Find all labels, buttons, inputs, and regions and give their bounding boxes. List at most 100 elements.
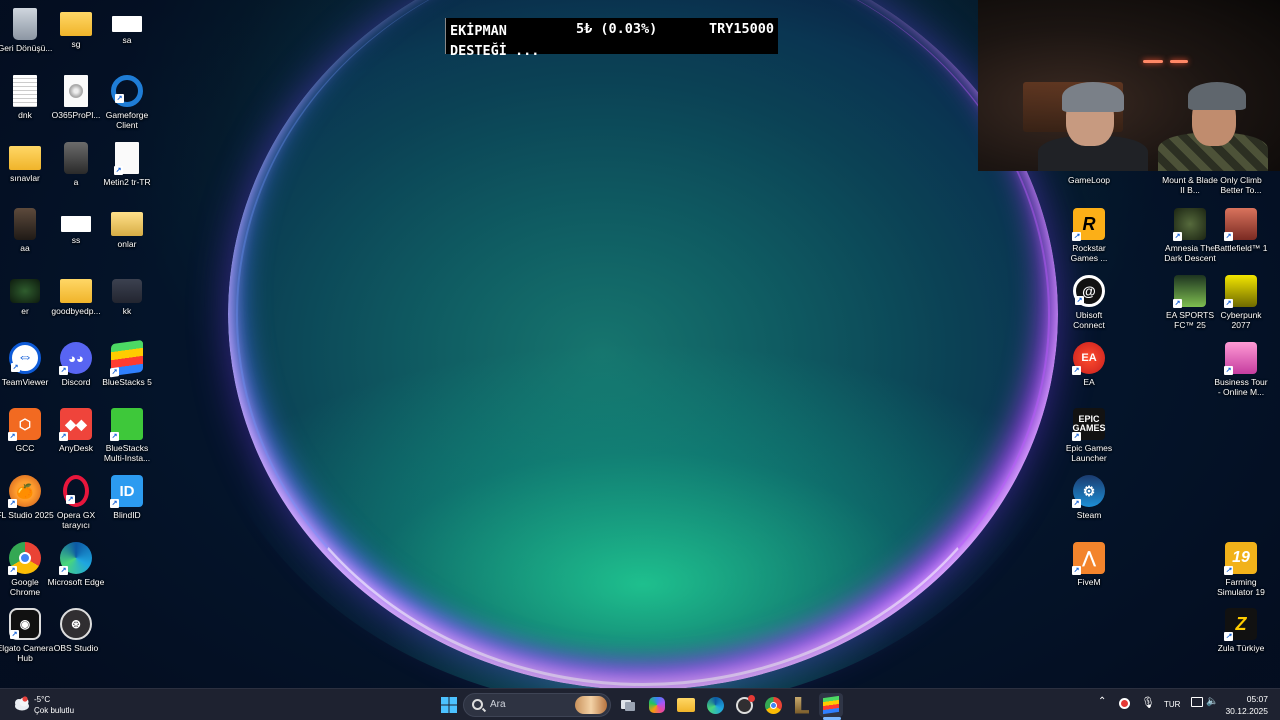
- league-icon: [795, 696, 809, 714]
- amnesia-icon: ↗: [1173, 208, 1206, 241]
- photo-icon: [10, 279, 40, 303]
- desktop-icon-gameforge[interactable]: ↗ Gameforge Client: [97, 69, 157, 133]
- fivem-icon: ⋀ ↗: [1072, 542, 1105, 575]
- folder-icon: [111, 212, 143, 236]
- desktop-icon-business-tour[interactable]: ↗ Business Tour - Online M...: [1211, 336, 1271, 400]
- desktop-icon-fivem[interactable]: ⋀ ↗ FiveM: [1059, 536, 1119, 600]
- folder-icon: [60, 12, 92, 36]
- taskbar-chrome[interactable]: [761, 693, 785, 717]
- clock-date: 30.12.2025: [1225, 706, 1268, 716]
- fl-studio-icon: 🍊 ↗: [8, 475, 41, 508]
- shortcut-arrow-icon: ↗: [59, 366, 68, 375]
- folder-icon: [9, 146, 41, 170]
- shortcut-arrow-icon: ↗: [66, 495, 75, 504]
- desktop-icon-label: Steam: [1076, 510, 1102, 520]
- clock-time: 05:07: [1246, 694, 1268, 704]
- desktop-icon-label: Only Climb Better To...: [1220, 175, 1262, 195]
- desktop-icon-obs[interactable]: ⊛ OBS Studio: [46, 602, 106, 666]
- taskbar-edge[interactable]: [703, 693, 727, 717]
- shortcut-arrow-icon: ↗: [1224, 366, 1233, 375]
- rockstar-icon: R ↗: [1072, 208, 1105, 241]
- language-indicator[interactable]: TUR: [1164, 700, 1180, 709]
- network-icon[interactable]: [1191, 697, 1203, 707]
- shortcut-arrow-icon: ↗: [110, 432, 119, 441]
- task-view-button[interactable]: [616, 693, 640, 717]
- desktop-icon-kk[interactable]: kk: [97, 269, 157, 333]
- shortcut-arrow-icon: ↗: [115, 94, 124, 103]
- desktop-icon-rockstar[interactable]: R ↗ Rockstar Games ...: [1059, 202, 1119, 266]
- copilot-icon: [649, 697, 665, 713]
- chrome-icon: [764, 696, 782, 714]
- shortcut-arrow-icon: ↗: [1072, 566, 1081, 575]
- desktop-icon-label: BlueStacks 5: [102, 377, 152, 387]
- desktop-icon-label: Microsoft Edge: [47, 577, 105, 587]
- webcam-background-light: [1170, 60, 1188, 63]
- desktop-icon-label: Zula Türkiye: [1217, 643, 1265, 653]
- desktop-icon-onlar[interactable]: onlar: [97, 202, 157, 266]
- cyberpunk-icon: ↗: [1224, 275, 1257, 308]
- task-view-icon: [621, 700, 635, 711]
- shortcut-arrow-icon: ↗: [8, 499, 17, 508]
- gcc-icon: ⬡ ↗: [8, 408, 41, 441]
- microphone-icon[interactable]: 🎙: [1141, 696, 1155, 709]
- desktop-icon-battlefield[interactable]: ↗ Battlefield™ 1: [1211, 202, 1271, 266]
- desktop-icon-label: Ubisoft Connect: [1073, 310, 1105, 330]
- desktop-icon-zula[interactable]: Z ↗ Zula Türkiye: [1211, 602, 1271, 666]
- taskbar: -5°C Çok bulutlu Ara ⌃ 🎙 TUR 🔈 05:07 30.…: [0, 688, 1280, 720]
- search-icon: [472, 699, 483, 710]
- edge-icon: [706, 696, 724, 714]
- desktop-icon-sa[interactable]: sa: [97, 2, 157, 66]
- system-clock[interactable]: 05:07 30.12.2025: [1225, 693, 1268, 717]
- desktop-icon-farming-sim[interactable]: 19 ↗ Farming Simulator 19: [1211, 536, 1271, 600]
- desktop-icon-label: Epic Games Launcher: [1065, 443, 1113, 463]
- ea-fc-icon: ↗: [1173, 275, 1206, 308]
- image-file-icon: [112, 16, 142, 32]
- desktop-icon-bluestacks-multi[interactable]: ↗ BlueStacks Multi-Insta...: [97, 402, 157, 466]
- ea-icon: EA ↗: [1072, 342, 1105, 375]
- weather-condition: Çok bulutlu: [34, 706, 75, 715]
- taskbar-copilot[interactable]: [645, 693, 669, 717]
- document-icon: [13, 75, 37, 107]
- chevron-up-icon[interactable]: ⌃: [1098, 696, 1106, 707]
- gameforge-icon: ↗: [111, 75, 143, 107]
- desktop-icon-steam[interactable]: ⚙ ↗ Steam: [1059, 469, 1119, 533]
- desktop-icon-metin2[interactable]: ↗ Metin2 tr-TR: [97, 136, 157, 200]
- teamviewer-icon: ⇔ ↗: [9, 342, 41, 374]
- desktop-icon-label: Rockstar Games ...: [1070, 243, 1108, 263]
- desktop-icon-blindid[interactable]: ID ↗ BlindID: [97, 469, 157, 533]
- elgato-icon: ◉ ↗: [9, 608, 41, 640]
- shortcut-arrow-icon: ↗: [110, 499, 119, 508]
- start-button[interactable]: [437, 693, 461, 717]
- desktop-icon-label: FiveM: [1077, 577, 1101, 587]
- volume-icon[interactable]: 🔈: [1206, 696, 1218, 707]
- shortcut-arrow-icon: ↗: [1075, 296, 1084, 305]
- taskbar-file-explorer[interactable]: [674, 693, 698, 717]
- taskbar-search-box[interactable]: Ara: [463, 693, 611, 717]
- desktop-icon-cyberpunk[interactable]: ↗ Cyberpunk 2077: [1211, 269, 1271, 333]
- shortcut-arrow-icon: ↗: [1072, 366, 1081, 375]
- weather-temperature: -5°C: [34, 695, 51, 704]
- battlefield-icon: ↗: [1224, 208, 1257, 241]
- desktop-icon-ubisoft[interactable]: @ ↗ Ubisoft Connect: [1059, 269, 1119, 333]
- taskbar-bluestacks[interactable]: [819, 693, 843, 717]
- tray-app-icon[interactable]: [1119, 698, 1131, 709]
- search-highlight-image: [575, 696, 607, 714]
- taskbar-obs[interactable]: [732, 693, 756, 717]
- shortcut-arrow-icon: ↗: [8, 566, 17, 575]
- business-tour-icon: ↗: [1224, 342, 1257, 375]
- donation-goal-overlay: EKİPMAN DESTEĞİ ... 5₺ (0.03%) TRY15000: [445, 18, 778, 59]
- anydesk-icon: ◆◆ ↗: [59, 408, 92, 441]
- shortcut-arrow-icon: ↗: [1173, 299, 1182, 308]
- setup-disc-icon: [64, 75, 88, 107]
- webcam-person-right: [1158, 78, 1268, 171]
- photo-icon: [64, 142, 88, 174]
- bluestacks-icon: [823, 695, 839, 715]
- taskbar-league-client[interactable]: [790, 693, 814, 717]
- desktop-icon-edge[interactable]: ↗ Microsoft Edge: [46, 536, 106, 600]
- desktop-icon-label: Cyberpunk 2077: [1220, 310, 1262, 330]
- shortcut-arrow-icon: ↗: [1072, 232, 1081, 241]
- desktop-icon-ea[interactable]: EA ↗ EA: [1059, 336, 1119, 400]
- desktop-icon-bluestacks[interactable]: ↗ BlueStacks 5: [97, 336, 157, 400]
- desktop-icon-epic[interactable]: EPIC GAMES ↗ Epic Games Launcher: [1059, 402, 1119, 466]
- desktop-icon-label: Battlefield™ 1: [1214, 243, 1268, 253]
